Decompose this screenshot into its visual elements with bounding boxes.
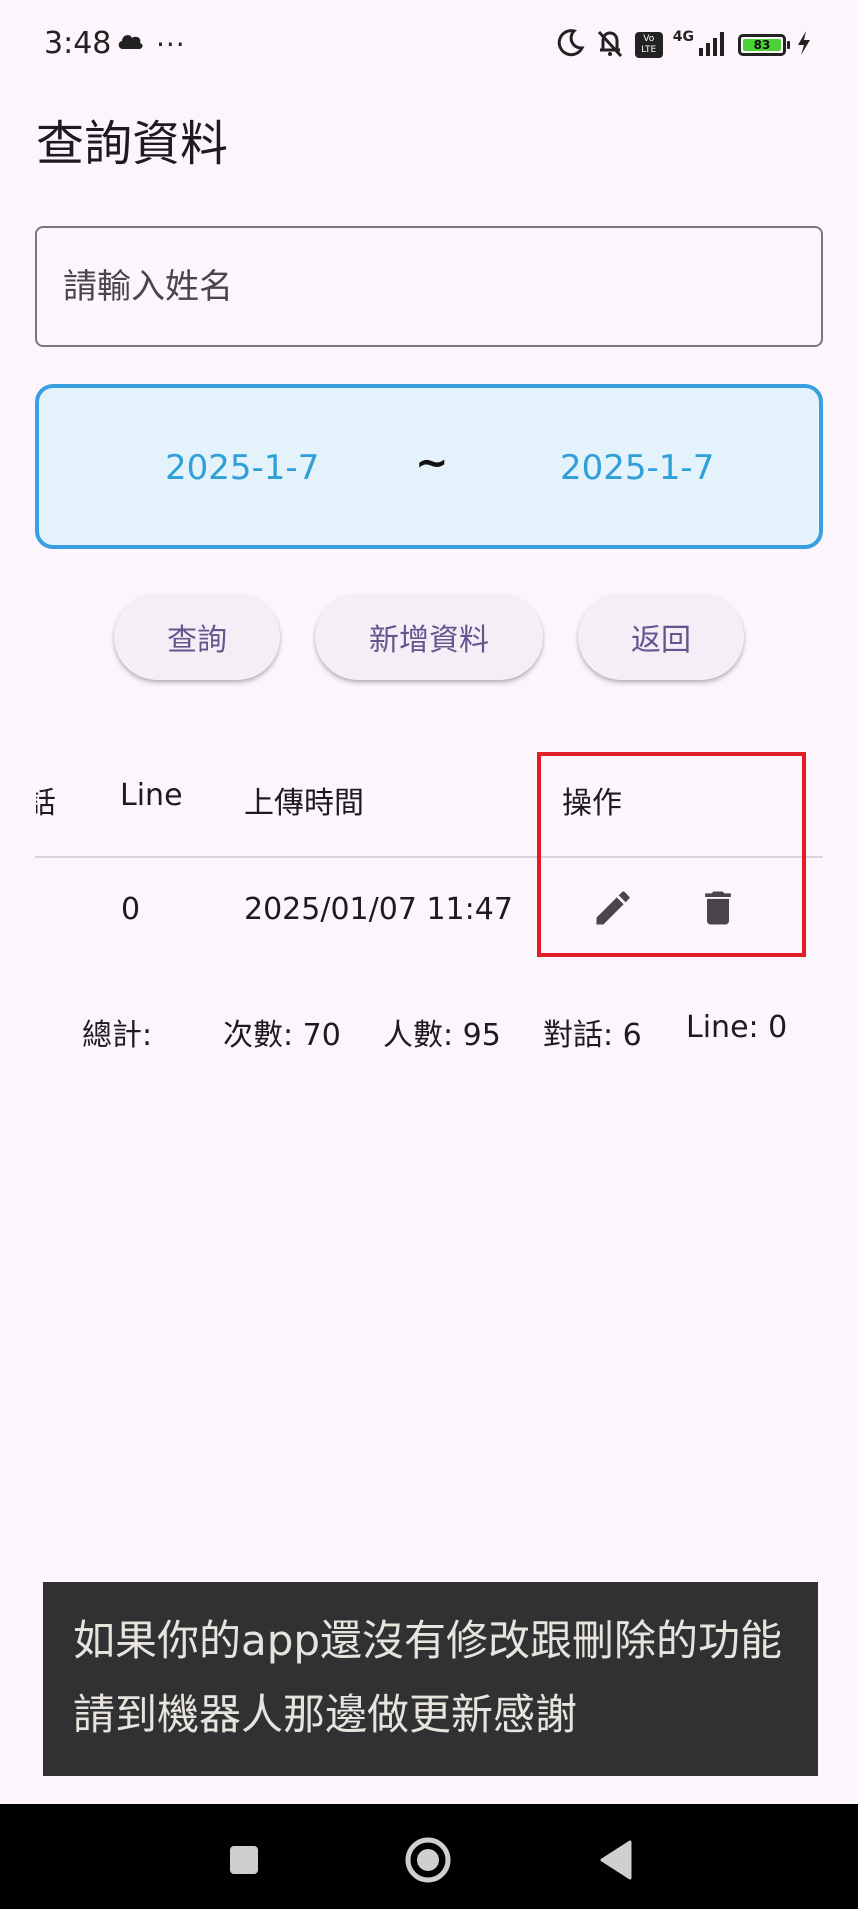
snackbar-message: 如果你的app還沒有修改跟刪除的功能 請到機器人那邊做更新感謝 [43, 1582, 818, 1776]
total-dialog: 對話: 6 [543, 1018, 642, 1053]
snackbar-line-1: 如果你的app還沒有修改跟刪除的功能 [73, 1616, 783, 1665]
column-header-dialog: 話 [26, 786, 56, 821]
total-line: Line: 0 [686, 1010, 788, 1045]
home-icon [405, 1837, 451, 1883]
signal-icon [698, 30, 728, 60]
total-count: 次數: 70 [223, 1018, 341, 1053]
back-nav-button[interactable] [590, 1834, 642, 1886]
battery-icon: 83 [738, 34, 790, 56]
status-time: 3:48 [44, 26, 112, 61]
network-type: 4G [672, 29, 694, 45]
date-range-separator: ~ [415, 440, 449, 486]
add-data-button[interactable]: 新增資料 [315, 594, 543, 680]
bell-off-icon [595, 28, 625, 62]
snackbar-line-2: 請到機器人那邊做更新感謝 [73, 1690, 578, 1739]
charging-icon [796, 30, 812, 60]
date-range-picker: 2025-1-7 ~ 2025-1-7 [35, 384, 823, 549]
cloud-icon [116, 30, 144, 54]
home-button[interactable] [402, 1834, 454, 1886]
battery-level: 83 [743, 39, 781, 51]
name-search-input[interactable] [35, 226, 823, 347]
system-nav-bar [0, 1804, 858, 1909]
volte-icon: Vo LTE [634, 32, 663, 58]
recents-icon [230, 1846, 258, 1874]
more-notifications-icon: ··· [156, 28, 186, 61]
start-date[interactable]: 2025-1-7 [165, 448, 319, 488]
end-date[interactable]: 2025-1-7 [560, 448, 714, 488]
total-people: 人數: 95 [383, 1018, 501, 1053]
recents-button[interactable] [218, 1834, 270, 1886]
cell-upload-time: 2025/01/07 11:47 [244, 892, 513, 927]
moon-icon [555, 28, 585, 62]
actions-highlight-box [537, 752, 806, 957]
totals-label: 總計: [82, 1018, 153, 1053]
column-header-upload-time: 上傳時間 [244, 786, 364, 821]
query-button[interactable]: 查詢 [114, 594, 280, 680]
cell-line: 0 [121, 892, 141, 927]
back-icon [600, 1840, 632, 1880]
page-title: 查詢資料 [36, 116, 229, 172]
column-header-line: Line [120, 778, 183, 813]
back-button[interactable]: 返回 [578, 594, 744, 680]
status-icons: Vo LTE 4G 83 [555, 28, 812, 62]
